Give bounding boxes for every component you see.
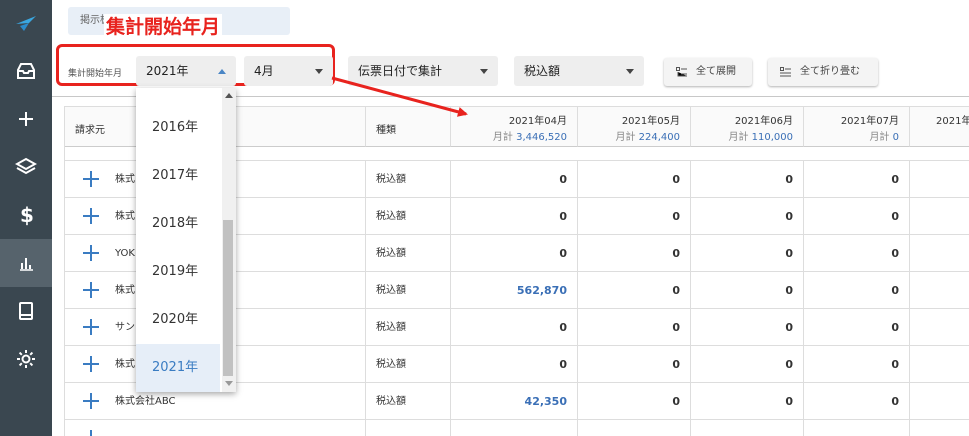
inbox-icon[interactable]	[0, 47, 52, 95]
svg-text:$: $	[20, 204, 34, 226]
sidebar: $	[0, 0, 52, 436]
gear-icon[interactable]	[0, 335, 52, 383]
main-area: 掲示板 加できます 集計開始年月 集計開始年月 2021年 4月 伝票日付で集計…	[52, 0, 969, 436]
bar-chart-icon[interactable]	[0, 239, 52, 287]
logo-icon[interactable]	[0, 0, 52, 48]
layers-icon[interactable]	[0, 143, 52, 191]
book-icon[interactable]	[0, 287, 52, 335]
dollar-icon[interactable]: $	[0, 191, 52, 239]
plus-icon[interactable]	[0, 95, 52, 143]
annotation-arrow	[331, 76, 468, 117]
